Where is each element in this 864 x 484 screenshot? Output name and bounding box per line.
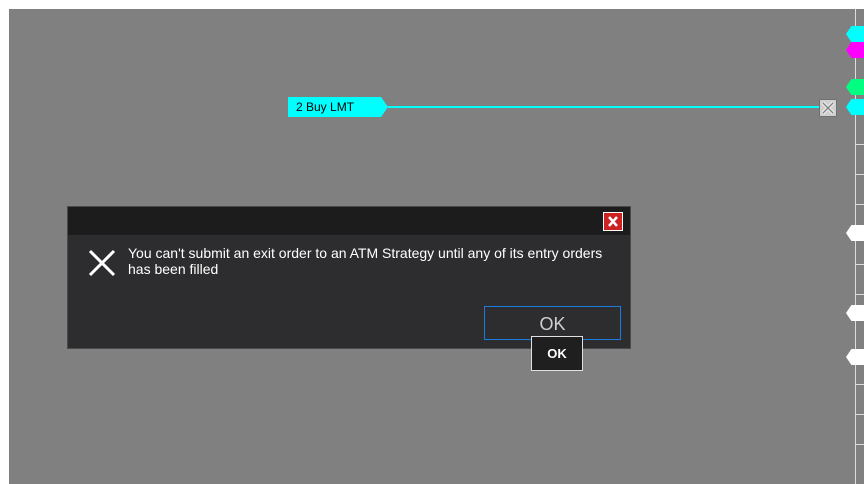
- axis-tick: [856, 144, 864, 145]
- axis-tick: [856, 294, 864, 295]
- buy-order-label[interactable]: 2 Buy LMT: [288, 97, 388, 117]
- cancel-order-button[interactable]: [819, 99, 837, 117]
- dialog-titlebar[interactable]: [68, 207, 630, 235]
- ok-button[interactable]: OK: [484, 306, 621, 340]
- buy-order-line[interactable]: [388, 106, 820, 108]
- ok-tooltip: OK: [531, 336, 583, 371]
- axis-tick: [856, 204, 864, 205]
- dialog-message: You can't submit an exit order to an ATM…: [128, 245, 603, 277]
- dialog-close-button[interactable]: [603, 212, 623, 231]
- axis-tick: [856, 444, 864, 445]
- x-icon: [86, 247, 118, 279]
- axis-tick: [856, 414, 864, 415]
- axis-tick: [856, 264, 864, 265]
- error-dialog: You can't submit an exit order to an ATM…: [67, 206, 631, 349]
- axis-tick: [856, 384, 864, 385]
- close-icon: [608, 216, 618, 227]
- close-icon: [821, 101, 835, 115]
- axis-tick: [856, 174, 864, 175]
